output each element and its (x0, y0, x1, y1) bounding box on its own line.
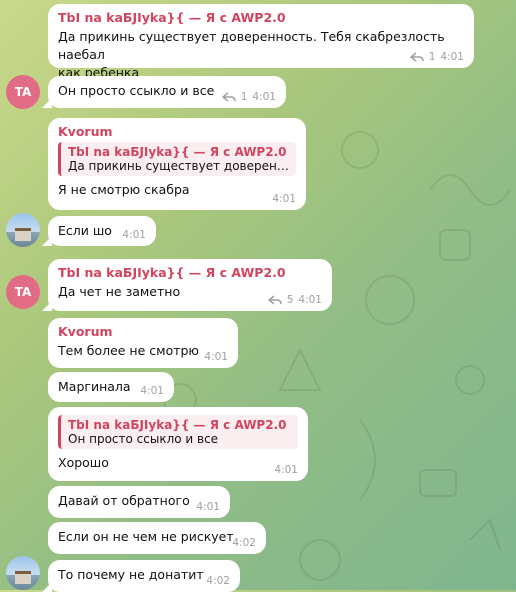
quoted-text: Да прикинь существует доверенн... (68, 159, 289, 173)
reply-count[interactable]: 1 (429, 51, 436, 63)
message-meta: 4:01 (140, 385, 164, 397)
message-bubble[interactable]: Kvorum TbI na kaБJIyka}{ — Я с AWP2.0 Да… (48, 118, 306, 210)
message-text: Тем более не смотрю (58, 343, 199, 358)
timestamp: 4:01 (140, 385, 164, 397)
message-text: Давай от обратного (58, 493, 190, 508)
avatar-image (15, 228, 31, 241)
sender-name[interactable]: Kvorum (58, 124, 296, 139)
message-bubble[interactable]: Kvorum Тем более не смотрю 4:01 (48, 318, 238, 368)
message-text: То почему не донатит (58, 567, 204, 582)
timestamp: 4:01 (204, 351, 228, 363)
message-meta: 4:01 (122, 229, 146, 241)
message-bubble[interactable]: Если он не чем не рискует 4:02 (48, 522, 266, 554)
message-bubble[interactable]: TbI na kaБJIyka}{ — Я с AWP2.0 Да чет не… (48, 259, 332, 311)
message-text: Да прикинь существует доверенность. Тебя… (58, 29, 445, 62)
message-bubble[interactable]: Маргинала 4:01 (48, 372, 174, 402)
timestamp: 4:01 (298, 294, 322, 306)
reply-count[interactable]: 1 (241, 91, 248, 103)
avatar[interactable]: TA (6, 75, 40, 109)
timestamp: 4:02 (206, 575, 230, 587)
message-bubble[interactable]: Он просто ссыкло и все 1 4:01 (48, 76, 286, 108)
message-text: Если шо (58, 223, 112, 238)
timestamp: 4:01 (272, 193, 296, 205)
timestamp: 4:01 (196, 501, 220, 513)
message-meta: 4:02 (232, 537, 256, 549)
timestamp: 4:01 (122, 229, 146, 241)
reply-icon[interactable] (267, 295, 282, 305)
message-meta: 1 4:01 (221, 91, 276, 103)
sender-name[interactable]: TbI na kaБJIyka}{ — Я с AWP2.0 (58, 10, 464, 25)
avatar[interactable]: TA (6, 275, 40, 309)
avatar[interactable] (6, 556, 40, 590)
timestamp: 4:01 (274, 464, 298, 476)
quoted-text: Он просто ссыкло и все (68, 432, 219, 446)
message-text: Если он не чем не рискует (58, 529, 234, 544)
message-bubble[interactable]: TbI na kaБJIyka}{ — Я с AWP2.0 Он просто… (48, 407, 308, 481)
message-text: Он просто ссыкло и все (58, 83, 215, 98)
sender-name[interactable]: Kvorum (58, 324, 228, 339)
message-meta: 4:01 (272, 193, 296, 205)
quoted-author: TbI na kaБJIyka}{ — Я с AWP2.0 (68, 418, 287, 432)
quoted-author: TbI na kaБJIyka}{ — Я с AWP2.0 (68, 145, 287, 159)
message-meta: 5 4:01 (267, 294, 322, 306)
reply-icon[interactable] (409, 52, 424, 62)
timestamp: 4:01 (252, 91, 276, 103)
message-text: Маргинала (58, 379, 131, 394)
sender-name[interactable]: TbI na kaБJIyka}{ — Я с AWP2.0 (58, 265, 322, 280)
reply-count[interactable]: 5 (287, 294, 294, 306)
message-bubble[interactable]: То почему не донатит 4:02 (48, 560, 240, 592)
message-bubble[interactable]: TbI na kaБJIyka}{ — Я с AWP2.0 Да прикин… (48, 4, 474, 80)
avatar-image (15, 571, 31, 584)
message-bubble[interactable]: Если шо 4:01 (48, 216, 156, 246)
timestamp: 4:01 (440, 51, 464, 63)
message-meta: 4:01 (204, 351, 228, 363)
reply-icon[interactable] (221, 92, 236, 102)
message-meta: 1 4:01 (409, 51, 464, 63)
timestamp: 4:02 (232, 537, 256, 549)
avatar[interactable] (6, 213, 40, 247)
message-meta: 4:01 (274, 464, 298, 476)
message-bubble[interactable]: Давай от обратного 4:01 (48, 486, 230, 518)
quoted-reply[interactable]: TbI na kaБJIyka}{ — Я с AWP2.0 Да прикин… (58, 142, 296, 176)
message-text: Я не смотрю скабра (58, 182, 190, 197)
message-text: Хорошо (58, 455, 109, 470)
quoted-reply[interactable]: TbI na kaБJIyka}{ — Я с AWP2.0 Он просто… (58, 415, 298, 449)
message-meta: 4:02 (206, 575, 230, 587)
message-meta: 4:01 (196, 501, 220, 513)
